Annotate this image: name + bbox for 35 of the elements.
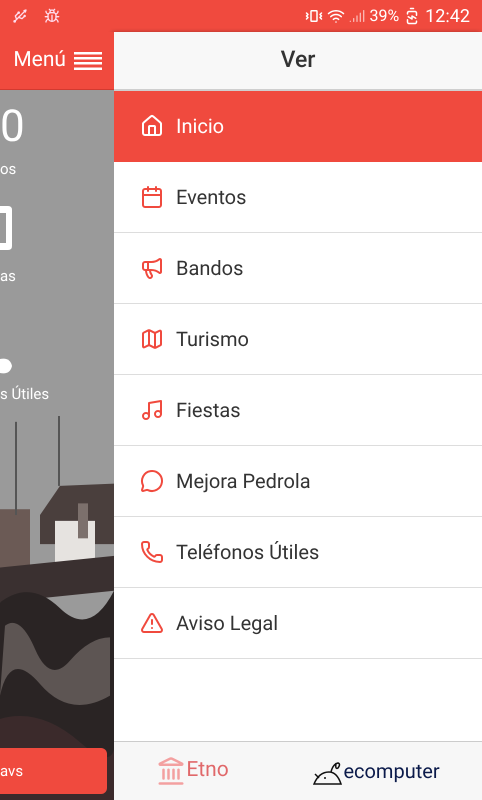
tile-label: s Útiles	[0, 384, 50, 405]
action-button[interactable]: avs	[0, 748, 107, 794]
menu-item[interactable]: Fiestas	[114, 375, 482, 446]
bug-icon	[44, 8, 60, 24]
tile-label: as	[0, 266, 17, 286]
mouse-icon	[313, 760, 344, 786]
clock: 12:42	[425, 4, 470, 28]
signal-icon	[349, 8, 366, 24]
menu-label: Menú	[13, 46, 66, 74]
menu-item[interactable]: Aviso Legal	[114, 588, 482, 659]
building-icon	[156, 756, 186, 786]
usb-icon	[12, 8, 28, 24]
tile-label: os	[0, 159, 18, 180]
menu-item[interactable]: Inicio	[114, 91, 482, 162]
menu-item[interactable]: Mejora Pedrola	[114, 446, 482, 517]
stat-number: 0	[0, 104, 26, 148]
menu-item[interactable]: Teléfonos Útiles	[114, 517, 482, 588]
wifi-icon	[327, 7, 346, 25]
menu-item[interactable]: Turismo	[114, 304, 482, 375]
phone-icon	[140, 540, 164, 564]
logo-text: ecomputer	[343, 758, 440, 785]
menu-item[interactable]: Bandos	[114, 233, 482, 304]
map-icon	[140, 327, 164, 351]
megaphone-icon	[140, 256, 164, 280]
vibrate-icon	[305, 7, 324, 25]
menu-icon	[74, 52, 102, 70]
battery-percent: 39%	[369, 5, 400, 27]
music-note-icon	[140, 398, 164, 422]
home-icon	[140, 114, 164, 138]
panel-title: Ver	[280, 45, 316, 76]
logo-text: Etno	[186, 757, 229, 784]
calendar-icon	[140, 185, 164, 209]
menu-item[interactable]: Eventos	[114, 162, 482, 233]
warning-icon	[140, 611, 164, 635]
chat-bubble-icon	[140, 469, 164, 493]
